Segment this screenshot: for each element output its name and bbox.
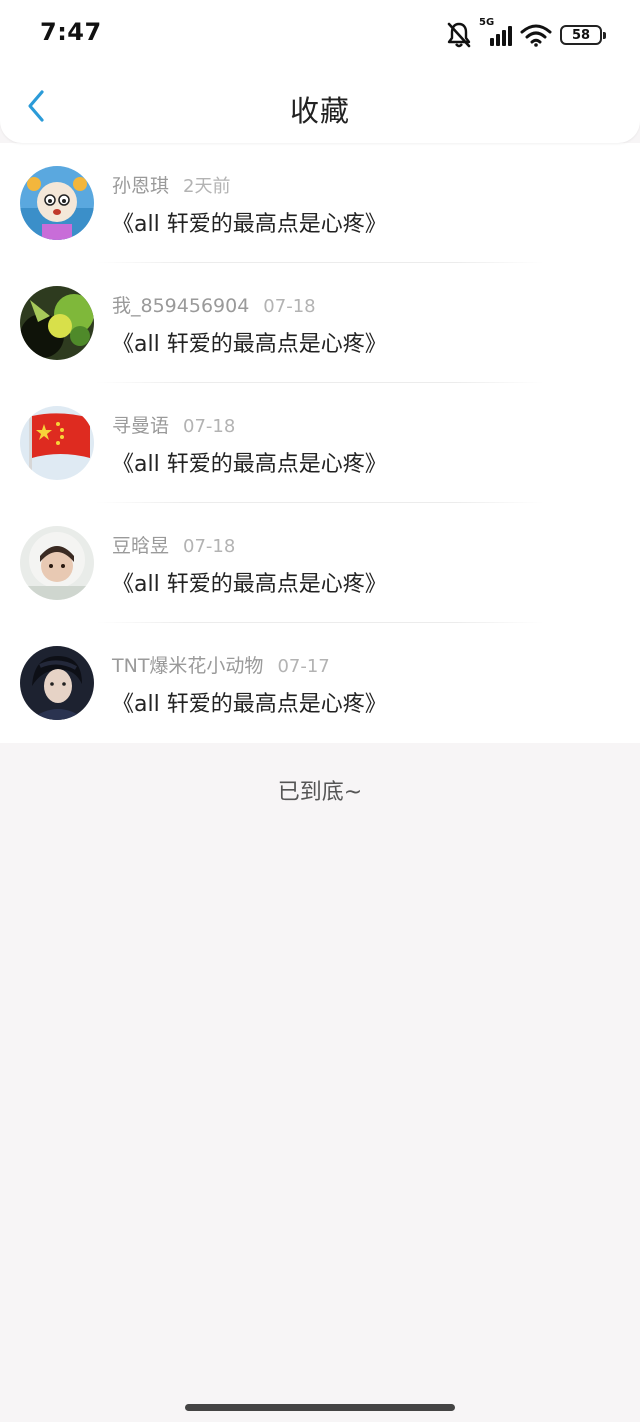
nav-bar: 收藏 [0, 70, 640, 142]
avatar[interactable] [20, 286, 94, 360]
bell-muted-icon [446, 21, 472, 49]
list-item[interactable]: 我_859456904 07-18 《all 轩爱的最高点是心疼》 [0, 263, 640, 383]
network-label: 5G [479, 17, 495, 28]
status-icons: 5G 58 [446, 17, 606, 50]
home-indicator[interactable] [185, 1404, 455, 1411]
avatar[interactable] [20, 406, 94, 480]
timestamp: 07-17 [277, 656, 330, 677]
list-item[interactable]: TNT爆米花小动物 07-17 《all 轩爱的最高点是心疼》 [0, 623, 640, 743]
username[interactable]: 寻曼语 [112, 415, 169, 437]
timestamp: 2天前 [183, 176, 231, 197]
list-item[interactable]: 寻曼语 07-18 《all 轩爱的最高点是心疼》 [0, 383, 640, 503]
username[interactable]: 孙恩琪 [112, 175, 169, 197]
item-title[interactable]: 《all 轩爱的最高点是心疼》 [112, 686, 387, 718]
item-title[interactable]: 《all 轩爱的最高点是心疼》 [112, 206, 387, 238]
signal-icon: 5G [479, 17, 512, 47]
item-meta: 豆晗昱 07-18 [112, 531, 235, 558]
username[interactable]: 豆晗昱 [112, 535, 169, 557]
top-bar: 7:47 5G 58 收藏 [0, 0, 640, 143]
status-time: 7:47 [40, 18, 102, 46]
timestamp: 07-18 [263, 296, 316, 317]
avatar[interactable] [20, 166, 94, 240]
item-meta: TNT爆米花小动物 07-17 [112, 651, 330, 678]
timestamp: 07-18 [183, 536, 236, 557]
list-item[interactable]: 豆晗昱 07-18 《all 轩爱的最高点是心疼》 [0, 503, 640, 623]
item-meta: 寻曼语 07-18 [112, 411, 235, 438]
page-title: 收藏 [289, 94, 350, 128]
avatar[interactable] [20, 646, 94, 720]
timestamp: 07-18 [183, 416, 236, 437]
wifi-icon [520, 23, 552, 47]
status-bar: 7:47 5G 58 [0, 0, 640, 66]
battery-icon: 58 [560, 25, 606, 45]
item-meta: 孙恩琪 2天前 [112, 171, 230, 198]
list-item[interactable]: 孙恩琪 2天前 《all 轩爱的最高点是心疼》 [0, 143, 640, 263]
item-title[interactable]: 《all 轩爱的最高点是心疼》 [112, 326, 387, 358]
item-title[interactable]: 《all 轩爱的最高点是心疼》 [112, 566, 387, 598]
end-of-list-label: 已到底~ [277, 780, 363, 805]
item-meta: 我_859456904 07-18 [112, 291, 316, 318]
item-title[interactable]: 《all 轩爱的最高点是心疼》 [112, 446, 387, 478]
favorites-list: 孙恩琪 2天前 《all 轩爱的最高点是心疼》 我_859456904 07-18 … [0, 143, 640, 743]
avatar[interactable] [20, 526, 94, 600]
username[interactable]: TNT爆米花小动物 [112, 655, 263, 677]
username[interactable]: 我_859456904 [112, 295, 249, 317]
